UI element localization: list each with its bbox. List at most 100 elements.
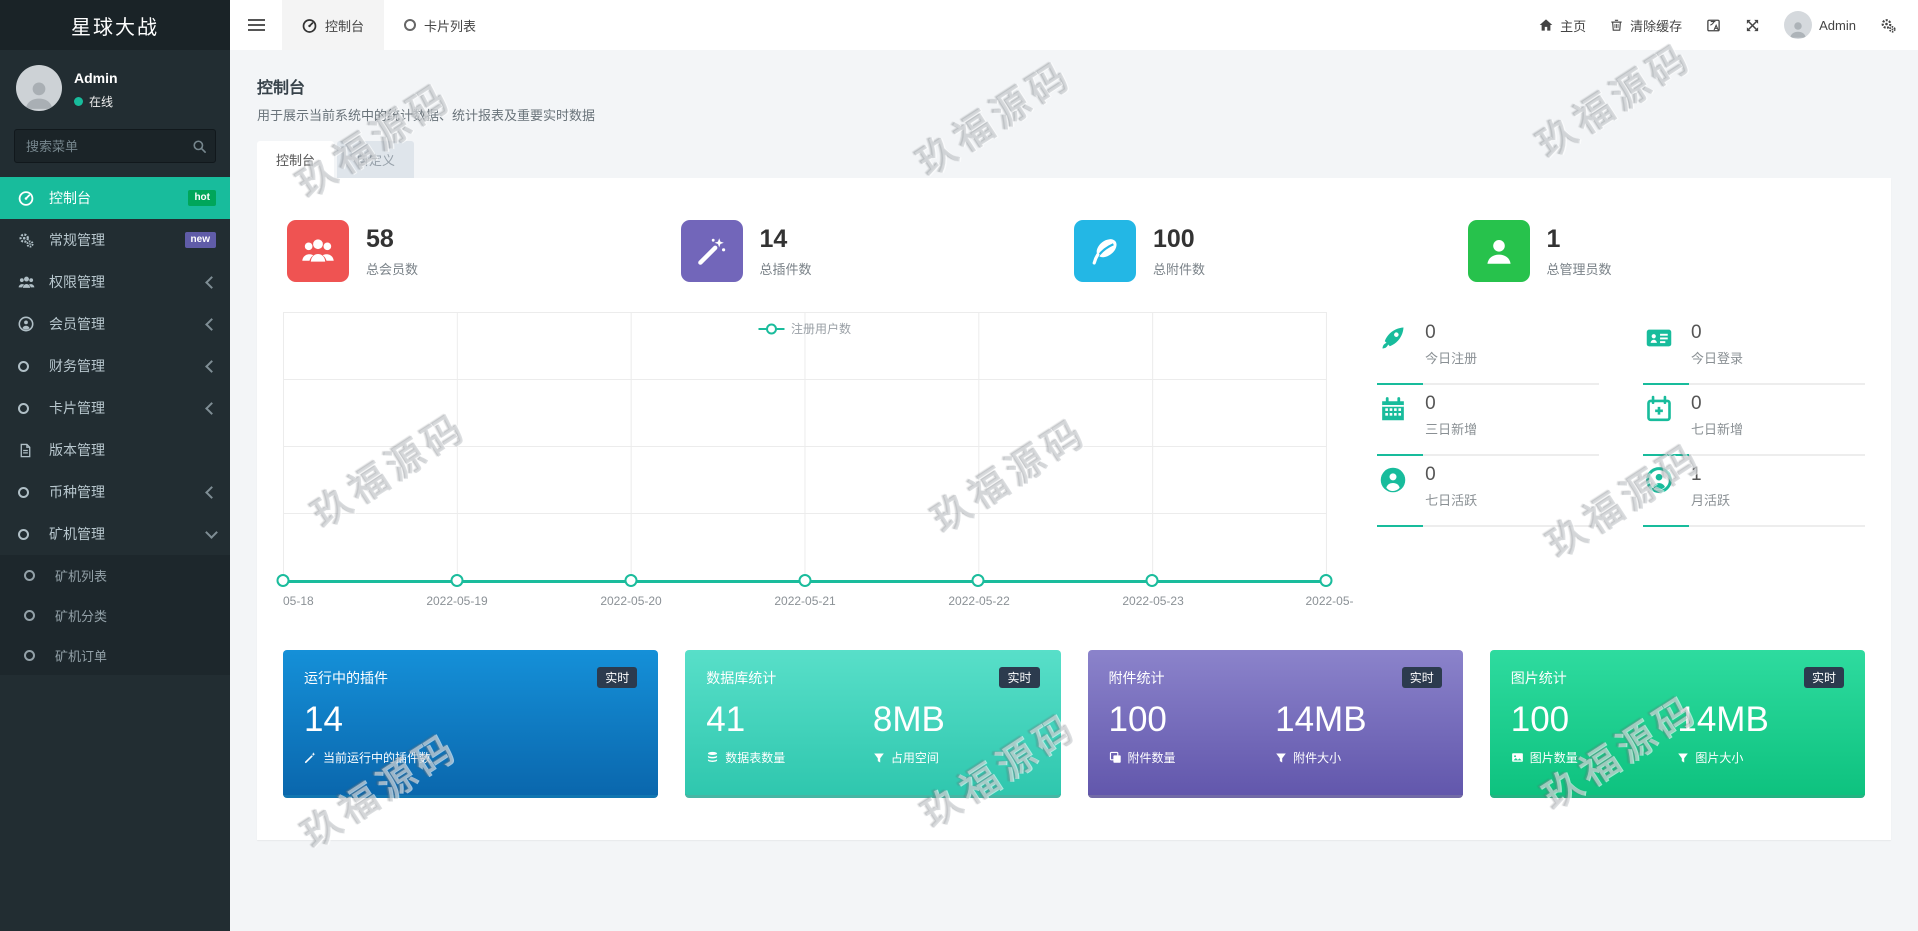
page-description: 用于展示当前系统中的统计数据、统计报表及重要实时数据 — [257, 108, 596, 123]
realtime-badge: 实时 — [1401, 667, 1442, 688]
user-info: Admin 在线 — [74, 65, 118, 111]
user-circle-filled-icon — [1377, 464, 1409, 496]
topbar-tab-console[interactable]: 控制台 — [282, 0, 385, 50]
stat-total-admins: 1 总管理员数 — [1467, 220, 1862, 282]
divider — [1643, 454, 1865, 456]
sidebar-subitem-miner-category[interactable]: 矿机分类 — [0, 595, 230, 635]
sidebar-item-auth[interactable]: 权限管理 — [0, 261, 230, 303]
realtime-badge: 实时 — [1803, 667, 1844, 688]
tab-console[interactable]: 控制台 — [257, 141, 335, 178]
user-circle-outline-icon — [1643, 464, 1675, 496]
sidebar-toggle-button[interactable] — [230, 0, 282, 50]
magic-wand-icon — [680, 220, 743, 282]
realtime-badge: 实时 — [999, 667, 1040, 688]
chevron-left-icon — [205, 317, 218, 331]
stat-total-attachments: 100 总附件数 — [1074, 220, 1468, 282]
person-icon — [25, 82, 53, 109]
users-icon — [287, 220, 349, 282]
home-icon — [1539, 19, 1553, 31]
card-image-stats: 图片统计 实时 100 图片数量 14MB 图片大小 — [1489, 650, 1865, 798]
chart-x-axis: 05-18 2022-05-19 2022-05-20 2022-05-21 2… — [283, 594, 1354, 608]
sidebar-item-general[interactable]: 常规管理 new — [0, 219, 230, 261]
dashboard-icon — [18, 190, 42, 206]
topbar-tab-card-list[interactable]: 卡片列表 — [384, 0, 496, 50]
quick-stat-label: 七日活跃 — [1425, 493, 1478, 508]
person-icon — [1790, 22, 1806, 38]
topbar: 控制台 卡片列表 主页 清除缓存 Admin — [230, 0, 1918, 51]
circle-icon — [18, 360, 42, 372]
chevron-left-icon — [205, 401, 218, 415]
page-title: 控制台 — [257, 80, 306, 97]
gears-icon — [18, 232, 42, 248]
sidebar-item-version[interactable]: 版本管理 — [0, 429, 230, 471]
data-point — [624, 574, 638, 587]
divider — [1377, 525, 1600, 527]
circle-icon — [18, 486, 42, 498]
card-value: 100 — [1510, 700, 1570, 739]
stat-label: 总会员数 — [366, 261, 419, 277]
stat-value: 1 — [1546, 224, 1561, 253]
sidebar-item-member[interactable]: 会员管理 — [0, 303, 230, 345]
chevron-down-icon — [205, 526, 218, 539]
language-button[interactable] — [1706, 18, 1721, 33]
database-icon — [708, 751, 718, 762]
card-database-stats: 数据库统计 实时 41 数据表数量 8MB 占用空间 — [685, 650, 1061, 798]
topbar-user[interactable]: Admin — [1784, 11, 1856, 39]
sidebar-item-card[interactable]: 卡片管理 — [0, 387, 230, 429]
quick-stat-value: 0 — [1691, 322, 1702, 343]
trash-icon — [1611, 19, 1622, 31]
circle-icon — [18, 402, 42, 414]
miner-submenu: 矿机列表 矿机分类 矿机订单 — [0, 555, 230, 675]
sidebar-item-finance[interactable]: 财务管理 — [0, 345, 230, 387]
app-logo[interactable]: 星球大战 — [0, 0, 230, 50]
sidebar-menu: 控制台 hot 常规管理 new 权限管理 会员管理 财务管理 卡片管理 版本管… — [0, 177, 230, 675]
summary-stats-row: 58 总会员数 14 总插件数 100 总附件数 1 总管理员数 — [287, 220, 1861, 282]
gradient-cards-row: 运行中的插件 实时 14 当前运行中的插件数 数据库统计 实时 41 数据表数量… — [283, 650, 1865, 798]
divider — [1377, 454, 1600, 456]
mid-row: 注册用户数 05-18 2022-05-19 2022-05-20 2022-0… — [276, 312, 1865, 616]
fullscreen-button[interactable] — [1745, 18, 1760, 33]
stat-label: 总管理员数 — [1546, 261, 1612, 277]
magic-wand-icon — [304, 752, 316, 764]
user-status: 在线 — [74, 93, 118, 110]
sidebar-item-console[interactable]: 控制台 hot — [0, 177, 230, 219]
chart-legend[interactable]: 注册用户数 — [758, 320, 851, 337]
online-dot-icon — [74, 97, 83, 106]
stat-label: 总附件数 — [1153, 261, 1206, 277]
chevron-left-icon — [205, 485, 218, 499]
admin-dashboard: 星球大战 Admin 在线 控制台 hot — [0, 0, 1918, 931]
filter-icon — [1678, 753, 1689, 762]
divider — [1643, 525, 1865, 527]
quick-stat-3day-new: 0 三日新增 — [1377, 385, 1600, 456]
user-circle-icon — [18, 316, 42, 332]
sidebar-item-miner[interactable]: 矿机管理 — [0, 513, 230, 555]
card-value: 14MB — [1275, 700, 1367, 739]
tab-custom[interactable]: 自定义 — [337, 141, 415, 178]
dashboard-panel: 58 总会员数 14 总插件数 100 总附件数 1 总管理员数 注册用户数 0… — [257, 178, 1891, 840]
filter-icon — [1276, 753, 1286, 762]
quick-stat-value: 0 — [1425, 464, 1436, 485]
user-avatar[interactable] — [16, 65, 62, 111]
sidebar-subitem-miner-order[interactable]: 矿机订单 — [0, 635, 230, 675]
registrations-chart: 注册用户数 05-18 2022-05-19 2022-05-20 2022-0… — [276, 312, 1354, 616]
home-button[interactable]: 主页 — [1539, 16, 1586, 35]
quick-stat-value: 0 — [1425, 393, 1436, 414]
quick-stat-value: 0 — [1425, 322, 1436, 343]
stat-total-members: 58 总会员数 — [287, 220, 681, 282]
filter-icon — [874, 753, 884, 762]
person-icon — [1467, 220, 1530, 282]
data-point — [1145, 574, 1159, 587]
settings-button[interactable] — [1880, 17, 1896, 33]
data-point — [276, 574, 290, 587]
sidebar-item-currency[interactable]: 币种管理 — [0, 471, 230, 513]
search-input[interactable] — [14, 129, 216, 163]
search-icon[interactable] — [192, 138, 207, 156]
new-badge: new — [184, 232, 216, 248]
card-value: 14MB — [1677, 700, 1769, 739]
circle-icon — [24, 609, 48, 621]
card-running-plugins: 运行中的插件 实时 14 当前运行中的插件数 — [283, 650, 659, 798]
chart-plot-area: 注册用户数 — [276, 312, 1333, 587]
clear-cache-button[interactable]: 清除缓存 — [1610, 16, 1682, 35]
quick-stat-today-register: 0 今日注册 — [1377, 314, 1600, 385]
sidebar-subitem-miner-list[interactable]: 矿机列表 — [0, 555, 230, 595]
